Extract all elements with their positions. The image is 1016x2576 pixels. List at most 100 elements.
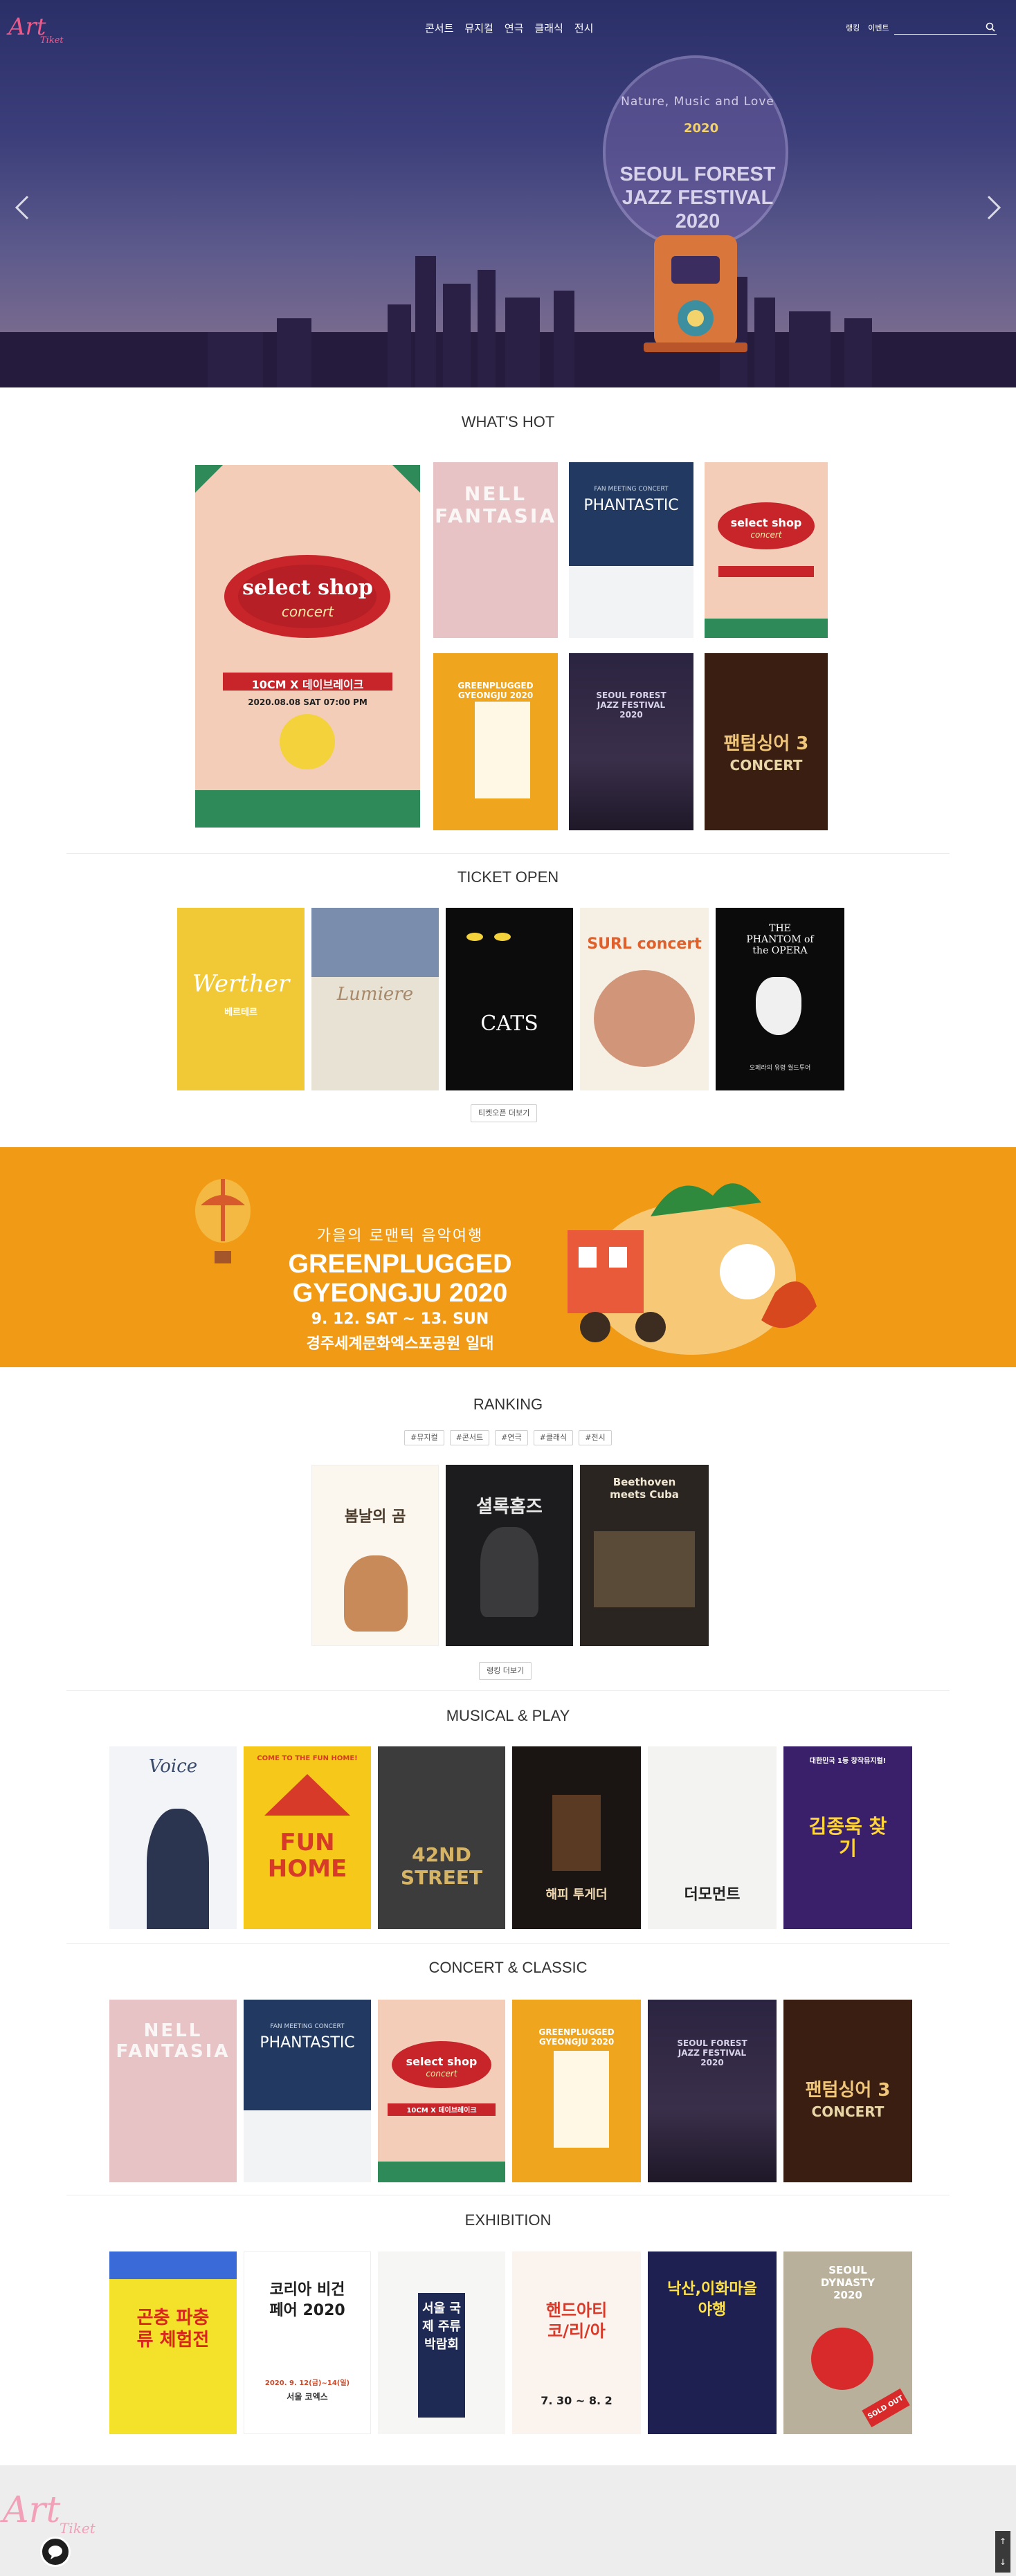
poster-title: PHANTASTIC xyxy=(260,2034,355,2052)
poster-title: FUN HOME xyxy=(267,1829,347,1883)
poster-mp-6[interactable]: 대한민국 1등 창작뮤지컬! 김종욱 찾기 xyxy=(783,1746,912,1929)
poster-title: 42ND STREET xyxy=(400,1843,483,1889)
promo-banner[interactable]: 가을의 로맨틱 음악여행 GREENPLUGGED GYEONGJU 2020 … xyxy=(0,1147,1016,1367)
poster-title: Voice xyxy=(148,1756,198,1777)
poster-cc-5[interactable]: SEOUL FOREST JAZZ FESTIVAL 2020 xyxy=(648,2000,777,2182)
poster-mp-4[interactable]: 해피 투게더 xyxy=(512,1746,641,1929)
poster-cc-1[interactable]: NELL FANTASIA xyxy=(109,2000,237,2182)
poster-date: 7. 30 ~ 8. 2 xyxy=(541,2394,613,2407)
svg-text:Tiket: Tiket xyxy=(40,35,64,46)
poster-cc-3[interactable]: select shop concert 10CM X 데이브레이크 xyxy=(378,2000,505,2182)
hot-air-balloon-icon xyxy=(195,1179,251,1263)
cat-eye-left xyxy=(466,933,483,941)
top-bar: Art Tiket 콘서트 뮤지컬 연극 클래식 전시 랭킹 이벤트 xyxy=(0,0,1016,55)
tag-play[interactable]: #연극 xyxy=(495,1430,528,1445)
poster-title: 팬텀싱어 3 xyxy=(805,2080,891,2101)
poster-date: 2020. 9. 12(금)~14(일) xyxy=(264,2379,350,2387)
cat-eye-right xyxy=(494,933,511,941)
poster-hot-2[interactable]: FAN MEETING CONCERT PHANTASTIC xyxy=(569,462,693,638)
poster-ex-2[interactable]: 코리아 비건 페어 2020 2020. 9. 12(금)~14(일) 서울 코… xyxy=(244,2251,371,2434)
banner-title: GREENPLUGGED GYEONGJU 2020 xyxy=(269,1250,532,1308)
ranking-more-button[interactable]: 랭킹 더보기 xyxy=(479,1662,532,1680)
poster-title: SEOUL FOREST JAZZ FESTIVAL 2020 xyxy=(677,2038,747,2067)
poster-cc-6[interactable]: 팬텀싱어 3 CONCERT xyxy=(783,2000,912,2182)
bear-illustration xyxy=(344,1555,408,1632)
poster-mp-1[interactable]: Voice xyxy=(109,1746,237,1929)
poster-title: select shop xyxy=(730,516,802,529)
poster-open-5[interactable]: THE PHANTOM of the OPERA 오페라의 유령 월드투어 xyxy=(716,908,844,1090)
chevron-right-icon[interactable] xyxy=(983,194,1004,221)
chevron-left-icon[interactable] xyxy=(12,194,33,221)
chat-bubble-icon xyxy=(48,2546,62,2559)
poster-ex-1[interactable]: 곤충 파충류 체험전 xyxy=(109,2251,237,2434)
poster-hot-5[interactable]: SEOUL FOREST JAZZ FESTIVAL 2020 xyxy=(569,653,693,830)
select-shop-artwork xyxy=(195,465,420,828)
main-nav: 콘서트 뮤지컬 연극 클래식 전시 xyxy=(425,21,593,35)
poster-title: Werther xyxy=(192,970,290,998)
poster-ex-4[interactable]: 핸드아티 코/리/아 7. 30 ~ 8. 2 xyxy=(512,2251,641,2434)
poster-open-3[interactable]: CATS xyxy=(446,908,573,1090)
poster-open-1[interactable]: Werther 베르테르 xyxy=(177,908,305,1090)
poster-cc-2[interactable]: FAN MEETING CONCERT PHANTASTIC xyxy=(244,2000,371,2182)
poster-hot-main[interactable]: select shop concert 10CM X 데이브레이크 2020.0… xyxy=(195,465,420,828)
poster-hot-3[interactable]: select shop concert xyxy=(705,462,828,638)
poster-open-2[interactable]: Lumiere xyxy=(311,908,439,1090)
poster-title: 핸드아티 코/리/아 xyxy=(545,2301,608,2341)
scroll-top-button[interactable]: ↑ ↓ xyxy=(995,2531,1010,2573)
poster-ex-3[interactable]: 서울 국제 주류 박람회 xyxy=(378,2251,505,2434)
nav-classic[interactable]: 클래식 xyxy=(534,21,563,35)
chat-button[interactable] xyxy=(40,2537,71,2567)
poster-flowers xyxy=(311,908,439,977)
tag-exhibition[interactable]: #전시 xyxy=(579,1430,612,1445)
poster-ex-6[interactable]: SEOUL DYNASTY 2020 SOLD OUT xyxy=(783,2251,912,2434)
poster-title: 낙산,이화마을 야행 xyxy=(667,2281,757,2319)
hero-banner[interactable]: Nature, Music and Love 2020 SEOUL FOREST… xyxy=(0,0,1016,387)
poster-mp-5[interactable]: 더모먼트 xyxy=(648,1746,777,1929)
svg-text:Tiket: Tiket xyxy=(60,2520,96,2537)
poster-open-4[interactable]: SURL concert xyxy=(580,908,709,1090)
poster-cc-4[interactable]: GREENPLUGGED GYEONGJU 2020 xyxy=(512,2000,641,2182)
poster-hot-4[interactable]: GREENPLUGGED GYEONGJU 2020 xyxy=(433,653,558,830)
ticket-open-more-button[interactable]: 티켓오픈 더보기 xyxy=(471,1104,538,1122)
poster-title: 서울 국제 주류 박람회 xyxy=(422,2301,461,2352)
section-title-ranking: RANKING xyxy=(473,1396,543,1413)
poster-hot-1[interactable]: NELL FANTASIA xyxy=(433,462,558,638)
arrow-up-icon: ↑ xyxy=(999,2537,1007,2546)
poster-info-area xyxy=(244,2110,371,2182)
search-input[interactable] xyxy=(894,23,983,35)
section-divider xyxy=(66,853,950,854)
banner-venue: 경주세계문화엑스포공원 일대 xyxy=(306,1335,494,1353)
poster-ex-5[interactable]: 낙산,이화마을 야행 xyxy=(648,2251,777,2434)
ranking-link[interactable]: 랭킹 xyxy=(846,22,860,33)
section-divider xyxy=(66,1690,950,1691)
poster-title: 곤충 파충류 체험전 xyxy=(136,2308,210,2350)
nav-exhibition[interactable]: 전시 xyxy=(574,21,594,35)
tag-classic[interactable]: #클래식 xyxy=(533,1430,574,1445)
poster-rank-2[interactable]: 셜록홈즈 xyxy=(446,1465,573,1646)
poster-hot-6[interactable]: 팬텀싱어 3 CONCERT xyxy=(705,653,828,830)
tag-concert[interactable]: #콘서트 xyxy=(449,1430,490,1445)
footer-logo[interactable]: Art Tiket xyxy=(0,2482,111,2544)
tag-musical[interactable]: #뮤지컬 xyxy=(404,1430,444,1445)
hero-title-line-2: JAZZ FESTIVAL xyxy=(622,187,774,209)
poster-rank-1[interactable]: 봄날의 곰 xyxy=(311,1465,439,1646)
nav-concert[interactable]: 콘서트 xyxy=(425,21,453,35)
poster-mp-3[interactable]: 42ND STREET xyxy=(378,1746,505,1929)
section-title-musical-play: MUSICAL & PLAY xyxy=(446,1707,570,1724)
search-icon[interactable] xyxy=(986,22,995,32)
event-link[interactable]: 이벤트 xyxy=(868,22,889,33)
poster-mp-2[interactable]: COME TO THE FUN HOME! FUN HOME xyxy=(244,1746,371,1929)
banner-tagline: 가을의 로맨틱 음악여행 xyxy=(316,1227,484,1245)
art-tiket-logo[interactable]: Art Tiket xyxy=(6,7,68,48)
nav-play[interactable]: 연극 xyxy=(505,21,524,35)
poster-subtitle: concert xyxy=(426,2069,457,2079)
poster-title: 팬텀싱어 3 xyxy=(723,733,809,754)
footer: Art Tiket xyxy=(0,2465,1016,2576)
poster-photo xyxy=(594,1531,695,1607)
poster-art xyxy=(594,970,695,1067)
poster-lineup-area xyxy=(554,2051,609,2148)
section-title-whats-hot: WHAT'S HOT xyxy=(461,413,555,430)
poster-rank-3[interactable]: Beethoven meets Cuba xyxy=(580,1465,709,1646)
nav-musical[interactable]: 뮤지컬 xyxy=(464,21,493,35)
phantom-mask xyxy=(756,977,801,1035)
